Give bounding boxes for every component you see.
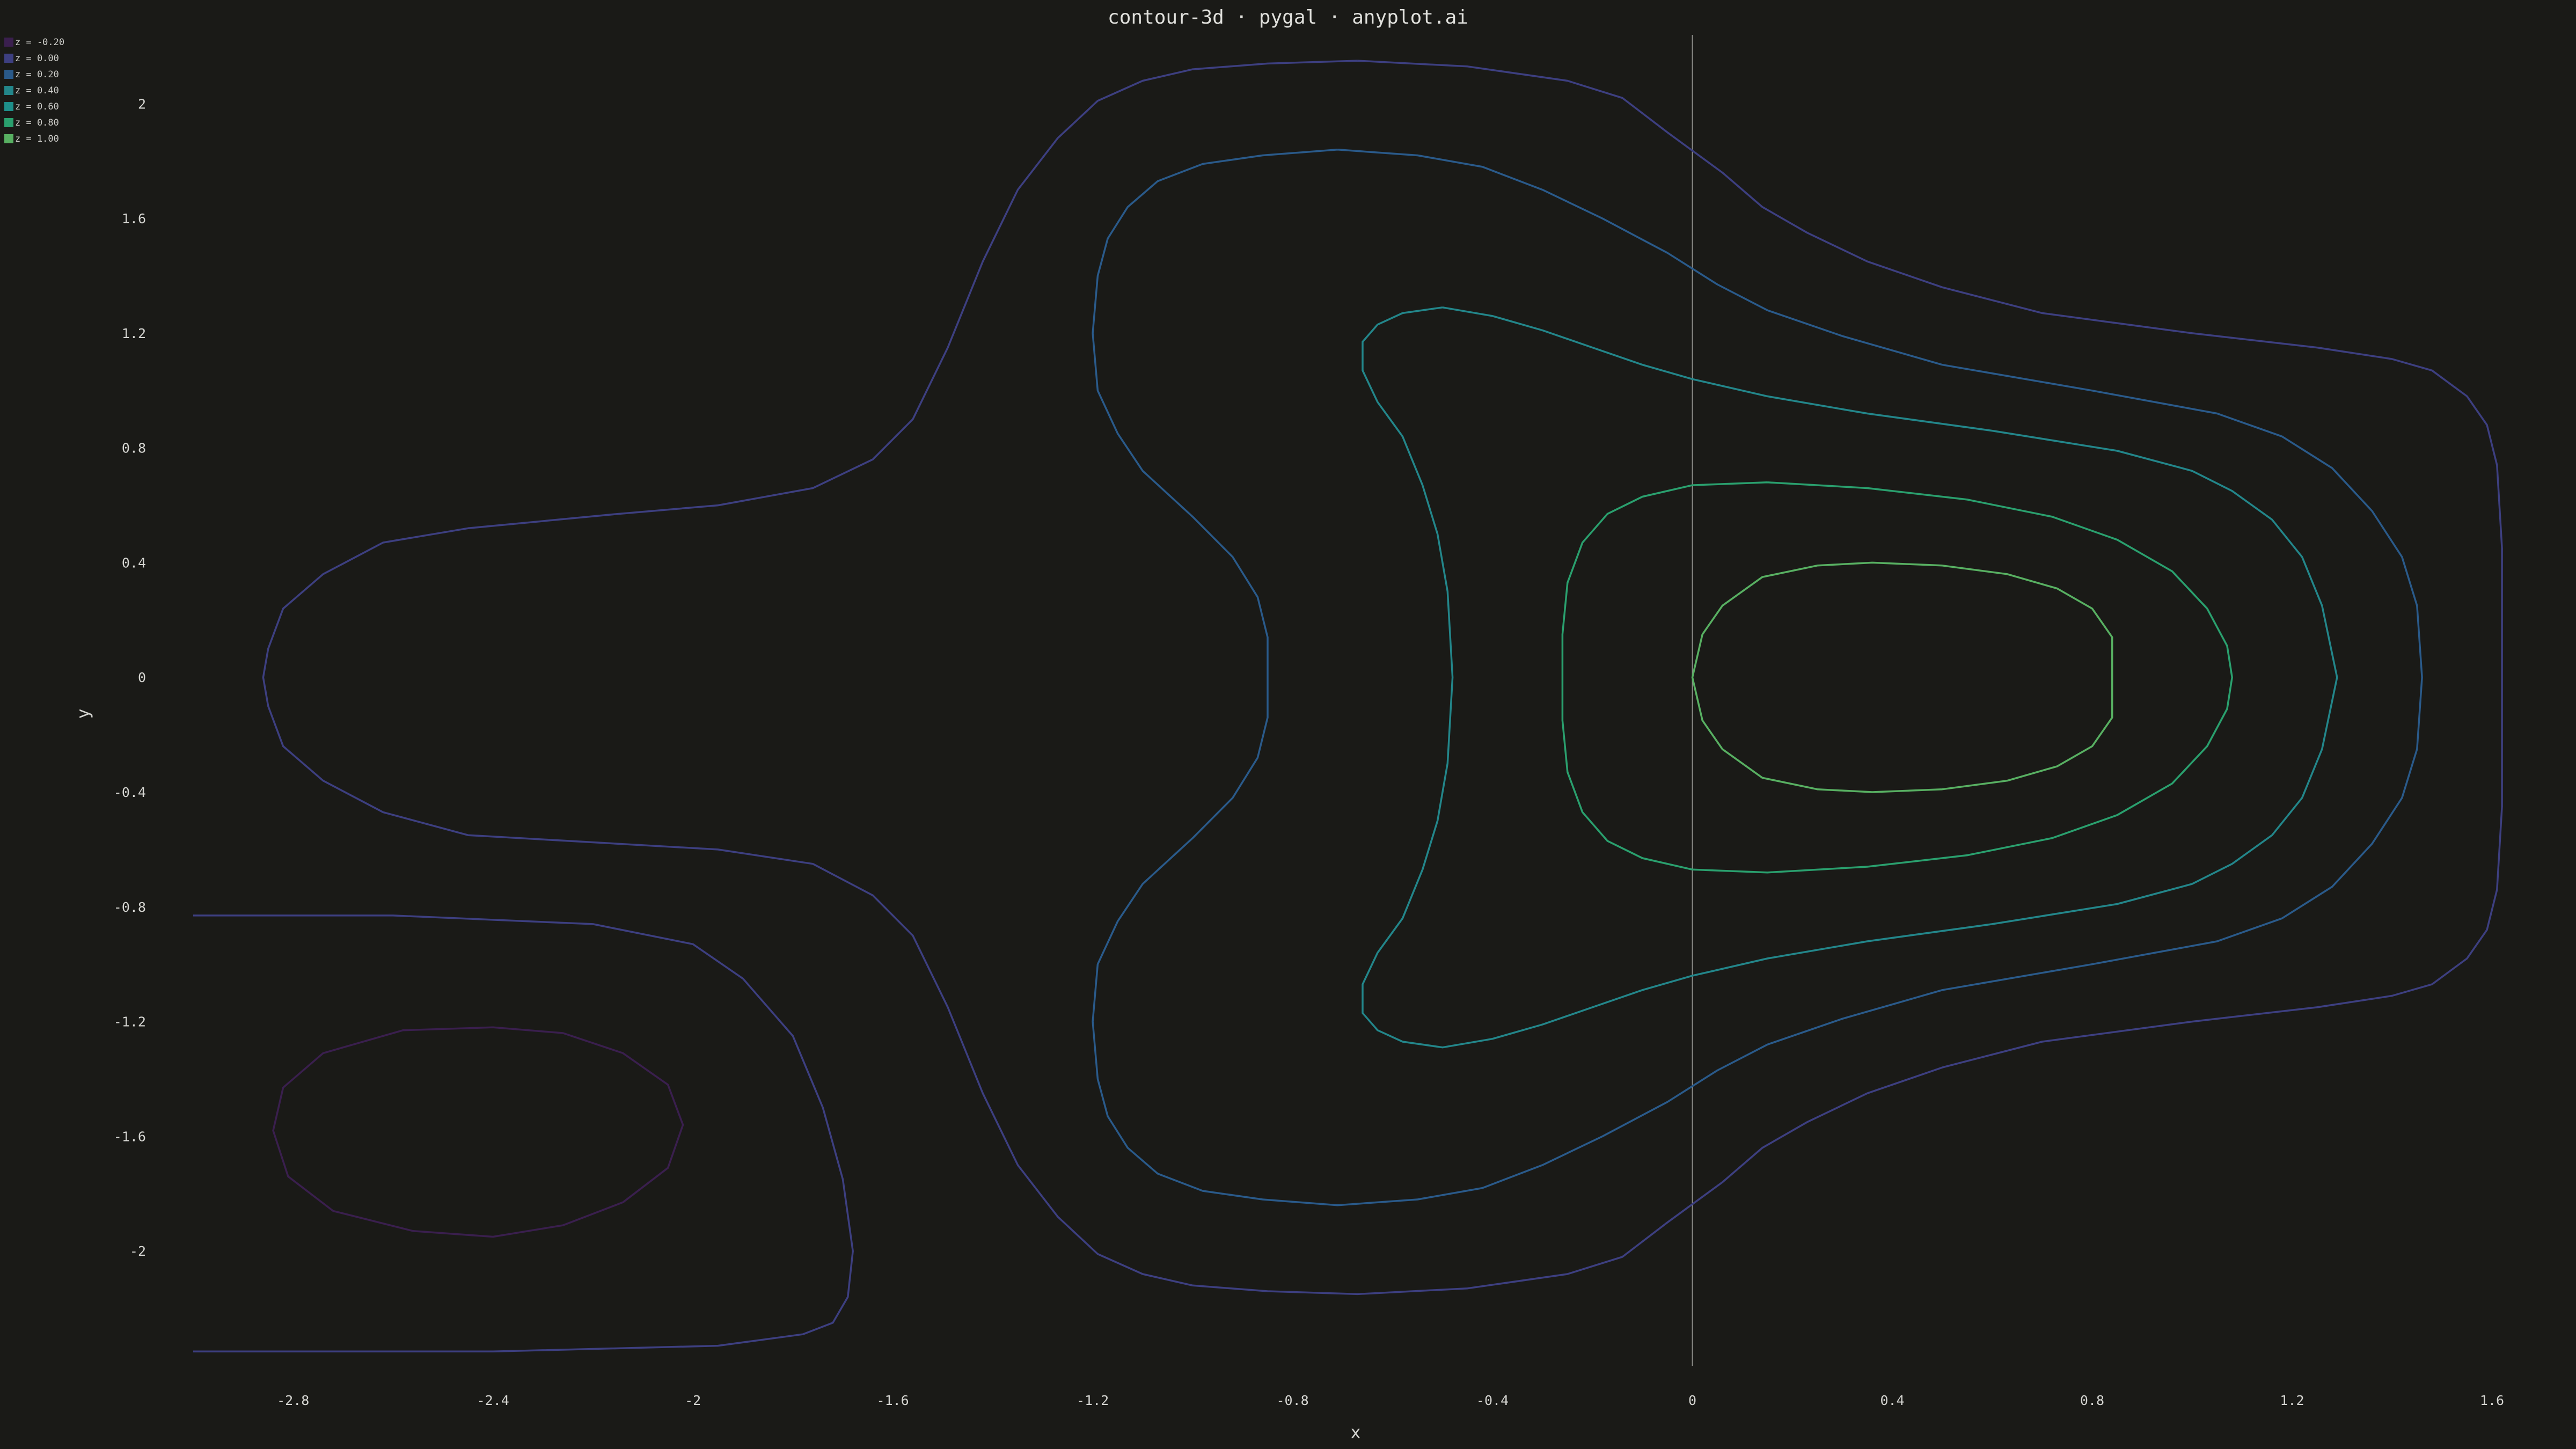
x-tick-label: 1.6 [2480,1393,2504,1408]
chart-title: contour-3d · pygal · anyplot.ai [1108,6,1468,28]
legend-label[interactable]: z = 0.60 [15,101,59,112]
x-tick-label: -0.8 [1276,1393,1308,1408]
x-tick-label: -1.6 [877,1393,909,1408]
x-tick-label: -2.4 [477,1393,509,1408]
legend-swatch[interactable] [4,38,13,47]
legend-swatch[interactable] [4,86,13,95]
y-tick-label: 0.8 [122,441,146,456]
chart-background [0,0,2576,1449]
y-tick-label: 2 [138,96,146,112]
legend-label[interactable]: z = 0.20 [15,69,59,80]
legend-label[interactable]: z = 0.40 [15,85,59,96]
y-tick-label: 1.6 [122,211,146,226]
x-tick-label: 0.8 [2080,1393,2104,1408]
y-axis-label: y [73,708,93,719]
y-tick-label: -0.4 [114,785,146,800]
legend-label[interactable]: z = -0.20 [15,37,64,48]
x-tick-label: -2 [685,1393,701,1408]
y-tick-label: -2 [130,1243,146,1259]
y-tick-label: 1.2 [122,326,146,341]
y-tick-label: 0.4 [122,555,146,570]
legend-swatch[interactable] [4,70,13,79]
legend-label[interactable]: z = 0.00 [15,53,59,64]
x-tick-label: -0.4 [1476,1393,1509,1408]
legend-swatch[interactable] [4,118,13,127]
x-axis-label: x [1350,1422,1360,1443]
y-tick-label: 0 [138,670,146,685]
legend-swatch[interactable] [4,102,13,111]
x-tick-label: -1.2 [1077,1393,1109,1408]
x-tick-label: -2.8 [277,1393,309,1408]
y-tick-label: -1.2 [114,1014,146,1030]
x-tick-label: 0.4 [1880,1393,1904,1408]
contour-chart: contour-3d · pygal · anyplot.ai z = -0.2… [0,0,2576,1449]
legend-swatch[interactable] [4,134,13,143]
legend-label[interactable]: z = 0.80 [15,118,59,128]
x-tick-label: 1.2 [2280,1393,2304,1408]
legend-label[interactable]: z = 1.00 [15,134,59,144]
legend-swatch[interactable] [4,54,13,63]
y-tick-label: -0.8 [114,899,146,915]
x-tick-label: 0 [1688,1393,1696,1408]
y-tick-label: -1.6 [114,1129,146,1144]
